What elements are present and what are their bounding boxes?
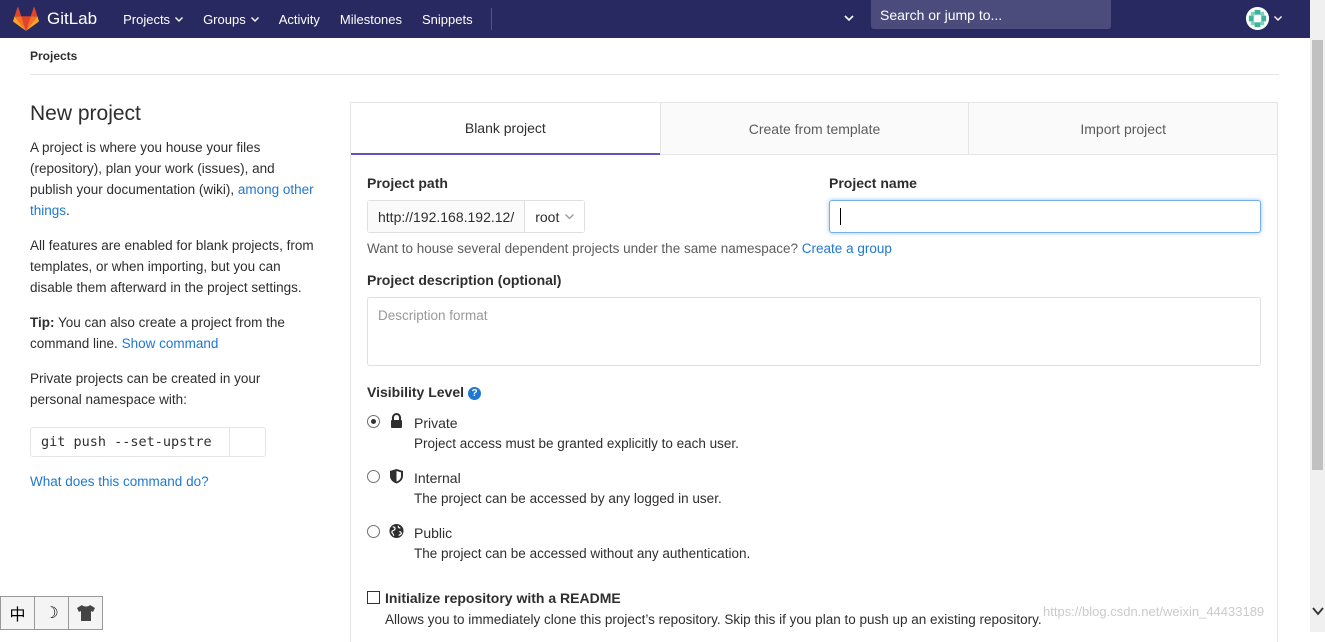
gitlab-logo-icon (13, 7, 39, 31)
initialize-readme-desc: Allows you to immediately clone this pro… (385, 612, 1042, 627)
command-help-link[interactable]: What does this command do? (30, 474, 209, 489)
namespace-select[interactable]: root (525, 201, 585, 232)
show-command-link[interactable]: Show command (122, 336, 219, 351)
initialize-readme-label[interactable]: Initialize repository with a README (385, 590, 621, 606)
nav-more-chevron-icon[interactable] (842, 11, 856, 25)
visibility-option-public[interactable]: Public The project can be accessed witho… (367, 523, 1267, 569)
page-title: New project (30, 102, 141, 125)
new-project-panel: Blank project Create from template Impor… (350, 102, 1278, 642)
nav-groups[interactable]: Groups (203, 12, 259, 27)
breadcrumb-projects[interactable]: Projects (30, 49, 77, 63)
nav-snippets-label: Snippets (422, 11, 473, 27)
nav-activity[interactable]: Activity (279, 12, 320, 27)
push-command-box: git push --set-upstre (30, 427, 266, 457)
nav-milestones[interactable]: Milestones (340, 12, 402, 27)
ime-moon-button[interactable]: ☽ (34, 596, 69, 630)
namespace-help-text: Want to house several dependent projects… (367, 241, 799, 256)
project-description-label: Project description (optional) (367, 272, 562, 288)
visibility-title-internal: Internal (414, 470, 461, 486)
nav-divider (490, 8, 492, 30)
intro-paragraph: A project is where you house your files … (30, 137, 315, 221)
globe-icon (389, 523, 404, 539)
shield-icon (390, 469, 403, 484)
project-description-input[interactable]: Description format (367, 297, 1261, 366)
tip-paragraph: Tip: You can also create a project from … (30, 312, 315, 354)
project-path-label: Project path (367, 175, 448, 191)
project-path-prefix: http://192.168.192.12/ (368, 201, 526, 232)
top-navbar: GitLab Projects Groups Activity Mileston… (0, 0, 1310, 38)
visibility-radio-public[interactable] (367, 525, 380, 538)
visibility-title-public: Public (414, 525, 453, 541)
nav-projects-label: Projects (123, 11, 171, 27)
namespace-value: root (535, 208, 560, 225)
project-info-sidebar: New project A project is where you house… (30, 102, 315, 491)
push-command-text[interactable]: git push --set-upstre (31, 428, 230, 456)
visibility-level-label: Visibility Level (367, 384, 465, 400)
visibility-desc-private: Project access must be granted explicitl… (414, 436, 739, 451)
visibility-level-heading: Visibility Level? (367, 384, 482, 400)
question-circle-icon[interactable]: ? (468, 387, 482, 400)
private-paragraph: Private projects can be created in your … (30, 371, 261, 407)
ime-language-button[interactable]: 中 (0, 596, 35, 630)
description-placeholder: Description format (378, 308, 488, 323)
project-type-tabs: Blank project Create from template Impor… (351, 103, 1278, 155)
search-input[interactable]: Search or jump to... (871, 0, 1111, 29)
visibility-radio-private[interactable] (367, 415, 380, 428)
chevron-down-icon (565, 213, 575, 219)
user-menu[interactable] (1246, 7, 1282, 30)
nav-snippets[interactable]: Snippets (422, 12, 473, 27)
lock-icon (391, 413, 402, 428)
brand-name: GitLab (47, 9, 98, 28)
namespace-help: Want to house several dependent projects… (367, 241, 892, 256)
visibility-desc-public: The project can be accessed without any … (414, 546, 751, 561)
tab-create-from-template[interactable]: Create from template (659, 103, 969, 155)
features-paragraph: All features are enabled for blank proje… (30, 238, 314, 295)
nav-groups-label: Groups (203, 11, 246, 27)
tab-import-project-label: Import project (1080, 120, 1166, 137)
nav-activity-label: Activity (278, 11, 320, 27)
create-group-link[interactable]: Create a group (802, 241, 892, 256)
visibility-option-private[interactable]: Private Project access must be granted e… (367, 413, 1267, 459)
gitlab-home-link[interactable]: GitLab (13, 7, 97, 31)
breadcrumb-divider (30, 74, 1279, 75)
scroll-down-arrow-icon[interactable] (1312, 604, 1324, 618)
moon-icon: ☽ (44, 605, 59, 622)
search-placeholder: Search or jump to... (880, 7, 1003, 23)
chevron-down-icon (175, 16, 184, 22)
tab-blank-project-label: Blank project (464, 120, 546, 136)
project-name-input[interactable] (829, 200, 1261, 233)
chevron-down-icon (1274, 16, 1282, 21)
nav-links: Projects Groups Activity Milestones Snip… (123, 8, 492, 30)
nav-milestones-label: Milestones (339, 11, 403, 27)
visibility-desc-internal: The project can be accessed by any logge… (414, 491, 722, 506)
ime-toolbar: 中 ☽ (0, 596, 103, 630)
visibility-radio-internal[interactable] (367, 470, 380, 483)
tab-create-from-template-label: Create from template (748, 120, 881, 137)
tip-label: Tip: (30, 315, 55, 330)
tab-import-project[interactable]: Import project (968, 103, 1278, 155)
shirt-icon (76, 605, 95, 621)
avatar (1246, 7, 1269, 30)
tab-blank-project[interactable]: Blank project (351, 103, 660, 155)
visibility-title-private: Private (414, 415, 458, 431)
project-path-group: http://192.168.192.12/ root (367, 200, 586, 233)
visibility-option-internal[interactable]: Internal The project can be accessed by … (367, 468, 1267, 514)
initialize-readme-checkbox[interactable] (367, 591, 380, 604)
ime-skin-button[interactable] (68, 596, 103, 630)
chevron-down-icon (250, 16, 259, 22)
intro-end: . (66, 203, 70, 218)
nav-projects[interactable]: Projects (123, 11, 184, 27)
page-scrollbar[interactable] (1310, 0, 1325, 632)
project-name-label: Project name (829, 175, 917, 191)
scrollbar-thumb[interactable] (1312, 40, 1323, 470)
breadcrumb[interactable]: Projects (30, 49, 77, 63)
text-cursor (840, 208, 841, 225)
watermark-text: https://blog.csdn.net/weixin_44433189 (1043, 604, 1265, 619)
ime-language-label: 中 (9, 607, 26, 624)
